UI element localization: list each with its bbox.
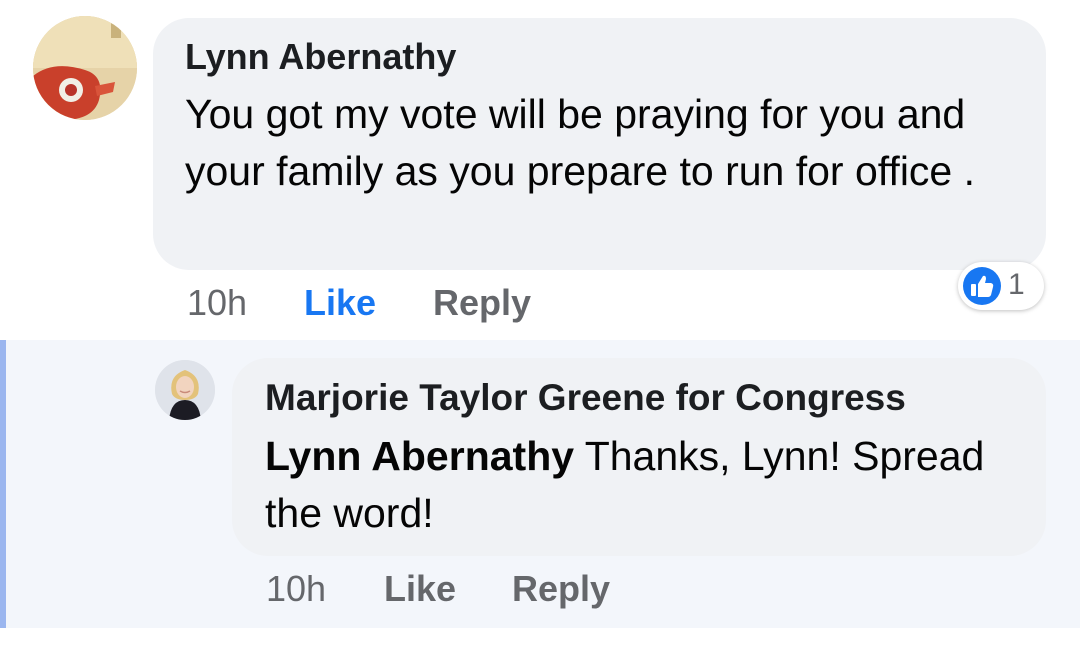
mention-link[interactable]: Lynn Abernathy [265,433,574,479]
reply-highlight-bar [0,340,6,628]
reply-like-button[interactable]: Like [384,568,456,610]
divider [0,628,1080,652]
reaction-count: 1 [1008,268,1025,301]
like-button[interactable]: Like [304,282,376,324]
avatar[interactable] [33,16,137,120]
comment-timestamp[interactable]: 10h [187,282,247,324]
reaction-summary[interactable]: 1 [958,262,1044,310]
avatar[interactable] [155,360,215,420]
comment-text: You got my vote will be praying for you … [185,91,976,194]
reply-button[interactable]: Reply [433,282,531,324]
reply-reply-button[interactable]: Reply [512,568,610,610]
comment-author[interactable]: Lynn Abernathy [185,36,456,78]
thumbs-up-icon [962,266,1002,306]
reply-timestamp[interactable]: 10h [266,568,326,610]
reply-text: Lynn Abernathy Thanks, Lynn! Spread the … [265,428,1025,542]
reply-author[interactable]: Marjorie Taylor Greene for Congress [265,377,906,419]
